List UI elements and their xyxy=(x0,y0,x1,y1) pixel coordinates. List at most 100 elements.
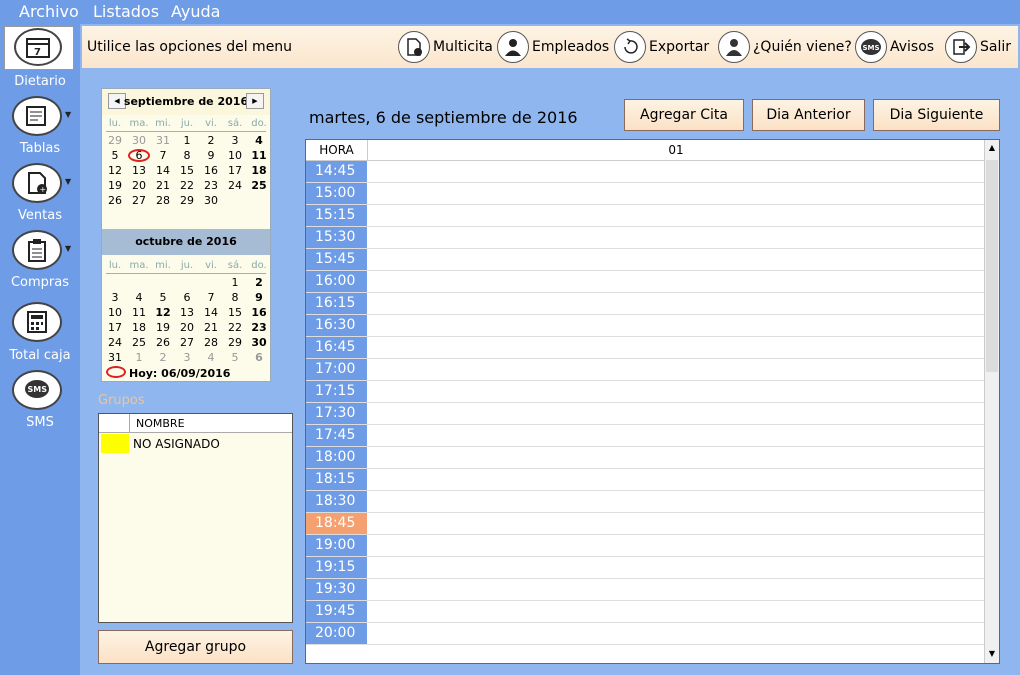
tablas-button[interactable] xyxy=(12,96,62,136)
next-day-button[interactable]: Dia Siguiente xyxy=(873,99,1000,131)
time-slot-row[interactable]: 16:45 xyxy=(306,337,984,359)
calendar-day[interactable]: 1 xyxy=(223,276,247,289)
calendar-day[interactable]: 13 xyxy=(127,164,151,177)
calendar-day[interactable]: 7 xyxy=(151,149,175,162)
calendar-day[interactable]: 24 xyxy=(103,336,127,349)
time-slot-row[interactable]: 18:00 xyxy=(306,447,984,469)
time-slot-row[interactable]: 19:30 xyxy=(306,579,984,601)
calendar-day[interactable]: 25 xyxy=(247,179,271,192)
calendar-day[interactable]: 25 xyxy=(127,336,151,349)
calendar-day[interactable]: 16 xyxy=(247,306,271,319)
calendar-day[interactable]: 29 xyxy=(175,194,199,207)
calendar-day[interactable]: 1 xyxy=(175,134,199,147)
time-slot-row[interactable]: 15:30 xyxy=(306,227,984,249)
selected-day[interactable]: 6 xyxy=(128,149,150,162)
calendar-day[interactable]: 20 xyxy=(175,321,199,334)
calendar-day[interactable]: 4 xyxy=(199,351,223,364)
time-slot-row[interactable]: 17:00 xyxy=(306,359,984,381)
calendar-day[interactable]: 26 xyxy=(151,336,175,349)
time-slot-row[interactable]: 16:30 xyxy=(306,315,984,337)
calendar-day[interactable]: 8 xyxy=(175,149,199,162)
calendar-day[interactable]: 19 xyxy=(103,179,127,192)
calendar-day[interactable]: 18 xyxy=(127,321,151,334)
calendar-day[interactable]: 22 xyxy=(175,179,199,192)
calendar-day[interactable]: 14 xyxy=(199,306,223,319)
calendar-day[interactable]: 4 xyxy=(127,291,151,304)
calendar-day[interactable]: 11 xyxy=(247,149,271,162)
calendar-day[interactable]: 30 xyxy=(247,336,271,349)
sms-button[interactable]: SMS xyxy=(12,370,62,410)
calendar-day[interactable]: 5 xyxy=(151,291,175,304)
today-link[interactable]: Hoy: 06/09/2016 xyxy=(129,367,230,380)
calendar-day[interactable]: 22 xyxy=(223,321,247,334)
compras-caret-icon[interactable]: ▼ xyxy=(65,244,71,253)
calendar-day[interactable]: 27 xyxy=(127,194,151,207)
calendar-day[interactable]: 9 xyxy=(247,291,271,304)
calendar-day[interactable]: 23 xyxy=(199,179,223,192)
previous-day-button[interactable]: Dia Anterior xyxy=(752,99,865,131)
calendar-day[interactable]: 17 xyxy=(103,321,127,334)
calendar-day[interactable]: 11 xyxy=(127,306,151,319)
calendar-day[interactable]: 21 xyxy=(151,179,175,192)
ventas-button[interactable]: + xyxy=(12,163,62,203)
calendar-day[interactable]: 24 xyxy=(223,179,247,192)
salir-button[interactable]: Salir xyxy=(945,30,1011,64)
calendar-day[interactable]: 18 xyxy=(247,164,271,177)
add-group-button[interactable]: Agregar grupo xyxy=(98,630,293,664)
vertical-scrollbar[interactable]: ▲ ▼ xyxy=(984,140,999,663)
calendar-day[interactable]: 1 xyxy=(127,351,151,364)
next-month-button[interactable]: ▶ xyxy=(246,93,264,109)
time-slot-row[interactable]: 16:15 xyxy=(306,293,984,315)
calendar-day[interactable]: 23 xyxy=(247,321,271,334)
calendar-day[interactable]: 16 xyxy=(199,164,223,177)
calendar-day[interactable]: 12 xyxy=(151,306,175,319)
calendar-day[interactable]: 6 xyxy=(175,291,199,304)
calendar-day[interactable]: 30 xyxy=(199,194,223,207)
calendar-day[interactable]: 3 xyxy=(223,134,247,147)
calendar-day[interactable]: 21 xyxy=(199,321,223,334)
calendar-day[interactable]: 2 xyxy=(199,134,223,147)
calendar-day[interactable]: 15 xyxy=(223,306,247,319)
time-slot-row[interactable]: 17:30 xyxy=(306,403,984,425)
calendar-day[interactable]: 9 xyxy=(199,149,223,162)
add-appointment-button[interactable]: Agregar Cita xyxy=(624,99,744,131)
calendar-day[interactable]: 5 xyxy=(103,149,127,162)
time-slot-row[interactable]: 19:00 xyxy=(306,535,984,557)
calendar-day[interactable]: 30 xyxy=(127,134,151,147)
calendar-day[interactable]: 2 xyxy=(151,351,175,364)
calendar-day[interactable]: 28 xyxy=(151,194,175,207)
calendar-day[interactable]: 8 xyxy=(223,291,247,304)
time-slot-row[interactable]: 15:00 xyxy=(306,183,984,205)
compras-button[interactable] xyxy=(12,230,62,270)
calendar-day[interactable]: 15 xyxy=(175,164,199,177)
calendar-day[interactable]: 29 xyxy=(103,134,127,147)
calendar-day[interactable]: 3 xyxy=(175,351,199,364)
time-slot-row[interactable]: 19:15 xyxy=(306,557,984,579)
calendar-day[interactable]: 31 xyxy=(103,351,127,364)
calendar-day[interactable]: 3 xyxy=(103,291,127,304)
time-slot-row[interactable]: 19:45 xyxy=(306,601,984,623)
time-slot-row[interactable]: 17:15 xyxy=(306,381,984,403)
ventas-caret-icon[interactable]: ▼ xyxy=(65,177,71,186)
calendar-day[interactable]: 20 xyxy=(127,179,151,192)
calendar-day[interactable]: 26 xyxy=(103,194,127,207)
calendar-day[interactable]: 31 xyxy=(151,134,175,147)
time-slot-row[interactable]: 15:45 xyxy=(306,249,984,271)
time-slot-row[interactable]: 17:45 xyxy=(306,425,984,447)
calendar-day[interactable]: 5 xyxy=(223,351,247,364)
dietario-button[interactable]: 7 xyxy=(14,28,62,66)
scroll-down-icon[interactable]: ▼ xyxy=(986,647,998,661)
calendar-day[interactable]: 29 xyxy=(223,336,247,349)
calendar-day[interactable]: 10 xyxy=(103,306,127,319)
calendar-day[interactable]: 19 xyxy=(151,321,175,334)
calendar-day[interactable]: 7 xyxy=(199,291,223,304)
calendar-day[interactable]: 27 xyxy=(175,336,199,349)
calendar-day[interactable]: 17 xyxy=(223,164,247,177)
time-slot-row[interactable]: 16:00 xyxy=(306,271,984,293)
time-slot-row[interactable]: 18:45 xyxy=(306,513,984,535)
calendar-day[interactable]: 12 xyxy=(103,164,127,177)
menu-archivo[interactable]: Archivo xyxy=(19,2,79,21)
calendar-day[interactable]: 10 xyxy=(223,149,247,162)
time-slot-row[interactable]: 18:30 xyxy=(306,491,984,513)
scroll-thumb[interactable] xyxy=(986,160,998,372)
